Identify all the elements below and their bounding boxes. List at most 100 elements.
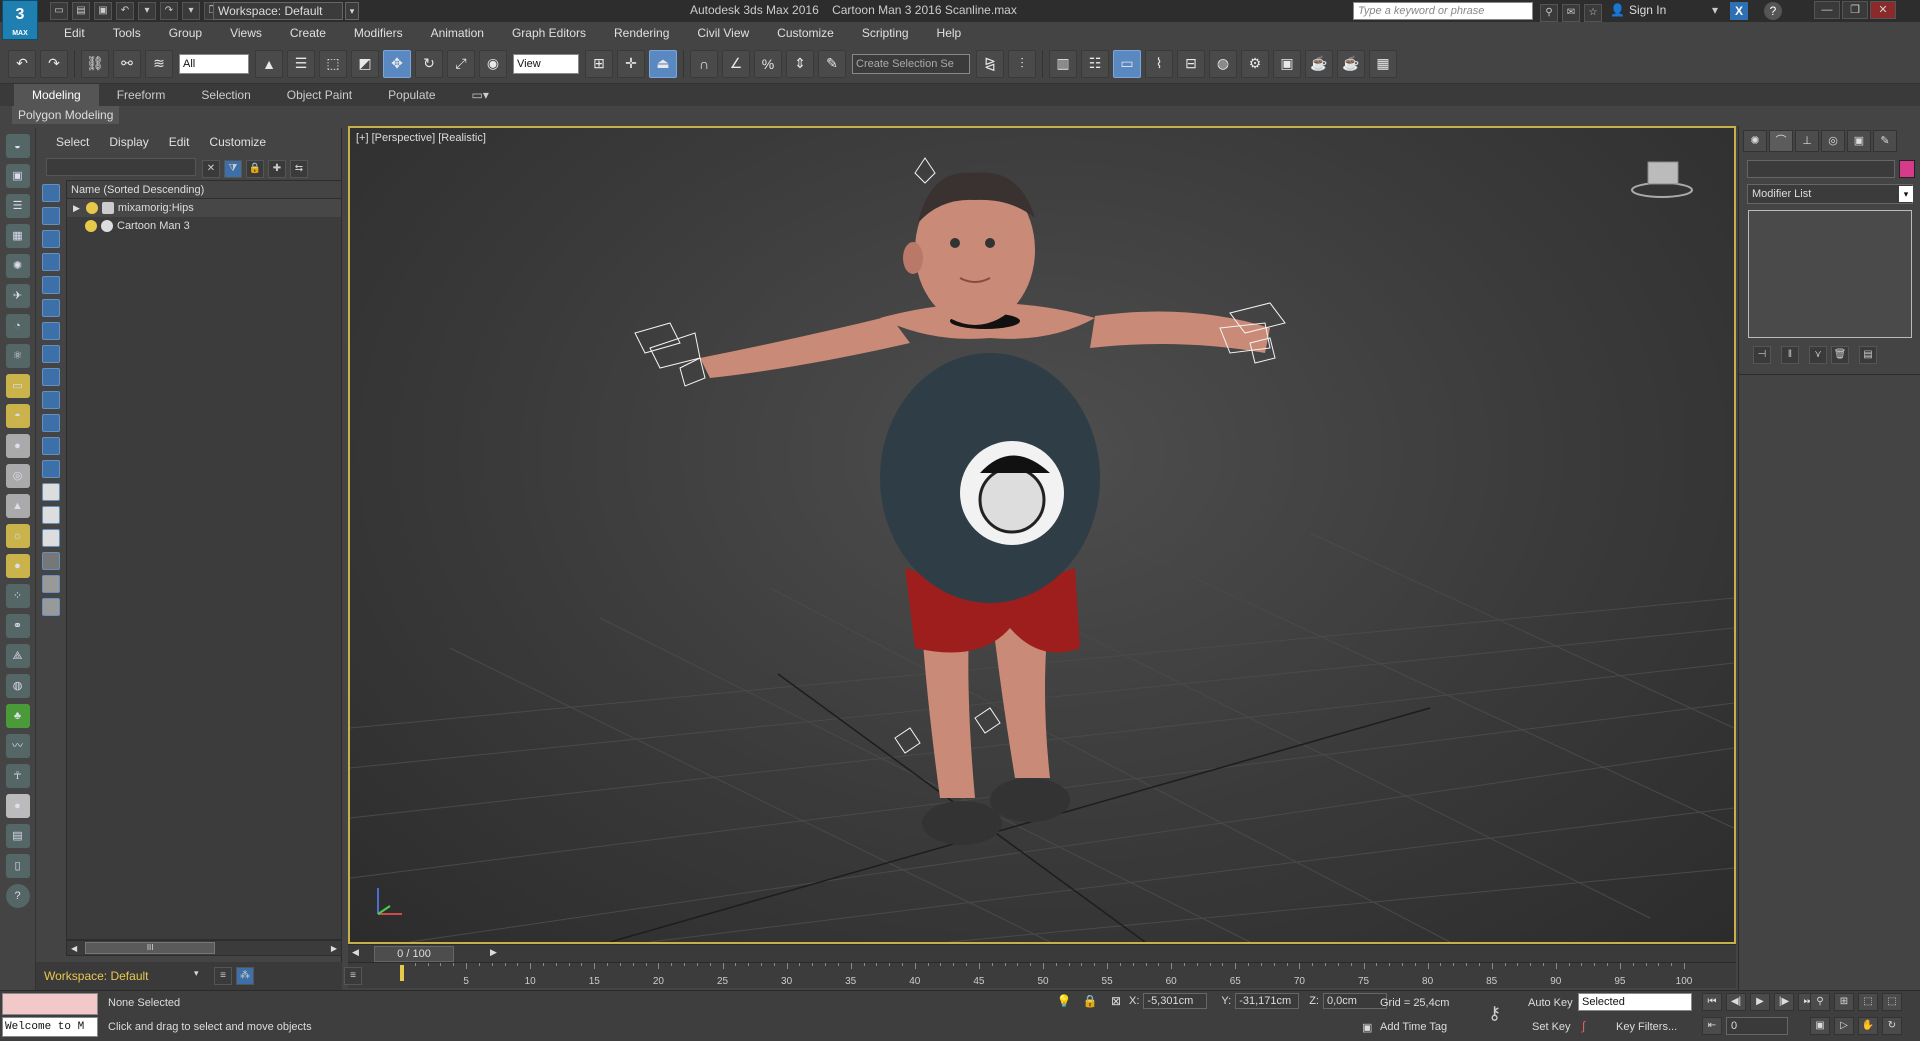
systems-icon[interactable]: ⚛ xyxy=(5,344,30,368)
current-frame-field[interactable]: 0 xyxy=(1726,1017,1788,1035)
menu-animation[interactable]: Animation xyxy=(417,22,498,44)
select-and-link-icon[interactable]: ⛓ xyxy=(81,49,109,78)
zoom-extents-icon[interactable]: ⬚ xyxy=(1858,993,1878,1011)
box-icon[interactable]: ▭ xyxy=(5,374,30,398)
next-frame-arrow-icon[interactable]: ▶ xyxy=(490,947,497,958)
mini-curve-editor-icon[interactable]: ≡ xyxy=(344,967,362,985)
polygon-modeling-panel[interactable]: Polygon Modeling xyxy=(12,106,120,124)
biped-icon[interactable]: ☥ xyxy=(5,764,30,788)
app-menu-button[interactable]: 3 MAX xyxy=(2,0,38,40)
zoom-all-icon[interactable]: ⊞ xyxy=(1834,993,1854,1011)
redo-icon[interactable]: ↷ xyxy=(160,2,178,20)
menu-customize[interactable]: Customize xyxy=(763,22,848,44)
explorer-menu-select[interactable]: Select xyxy=(46,128,99,156)
favorites-star-icon[interactable]: ☆ xyxy=(1584,4,1602,22)
search-input[interactable]: Type a keyword or phrase xyxy=(1353,2,1533,20)
particles-icon[interactable]: ⁘ xyxy=(5,584,30,608)
configure-modifier-sets-icon[interactable]: ▤ xyxy=(1859,346,1877,364)
spacewarp-icon[interactable]: ◔ xyxy=(5,314,30,338)
selection-lock-icon[interactable]: 🔒 xyxy=(1081,994,1099,1008)
keyboard-shortcut-override-icon[interactable]: ⏏ xyxy=(649,49,677,78)
left-hand-bones-lower[interactable] xyxy=(649,332,701,369)
cartoon-man-character[interactable] xyxy=(700,172,1270,845)
display-hidden-icon[interactable] xyxy=(42,460,60,478)
undo-icon[interactable]: ↶ xyxy=(116,2,134,20)
explorer-menu-display[interactable]: Display xyxy=(99,128,158,156)
ribbon-options-icon[interactable]: ▭▾ xyxy=(454,84,507,106)
autodesk-exchange-icon[interactable]: X xyxy=(1730,2,1748,20)
select-object-icon[interactable]: ▲ xyxy=(255,49,283,78)
invert-selection-icon[interactable] xyxy=(42,598,60,616)
field-of-view-icon[interactable]: ▷ xyxy=(1834,1017,1854,1035)
redo-icon[interactable]: ↷ xyxy=(40,49,68,78)
sign-in-dropdown-icon[interactable]: ▾ xyxy=(1712,3,1718,17)
show-end-result-icon[interactable]: ‖ xyxy=(1781,346,1799,364)
object-name-field[interactable] xyxy=(1747,160,1895,178)
display-dependents-icon[interactable] xyxy=(42,529,60,547)
select-and-rotate-icon[interactable]: ↻ xyxy=(415,49,443,78)
align-icon[interactable]: ⫶ xyxy=(1008,49,1036,78)
toggle-ribbon-icon[interactable]: ▭ xyxy=(1113,49,1141,78)
display-bones-icon[interactable] xyxy=(42,391,60,409)
render-setup-icon[interactable]: ⚙ xyxy=(1241,49,1269,78)
set-key-button[interactable]: Set Key xyxy=(1532,1021,1571,1033)
layer-manager-icon[interactable]: ▥ xyxy=(1049,49,1077,78)
menu-help[interactable]: Help xyxy=(923,22,976,44)
workspace-icon[interactable]: ▯ xyxy=(5,854,30,878)
z-coordinate-field[interactable]: 0,0cm xyxy=(1322,993,1387,1009)
molecule-icon[interactable]: ⚭ xyxy=(5,614,30,638)
perspective-viewport[interactable]: [+] [Perspective] [Realistic] xyxy=(348,126,1736,944)
save-file-icon[interactable]: ▣ xyxy=(94,2,112,20)
sign-in-area[interactable]: 👤 Sign In xyxy=(1610,3,1666,17)
scroll-left-icon[interactable]: ◀ xyxy=(71,944,77,953)
tab-populate[interactable]: Populate xyxy=(370,84,453,106)
scene-explorer-icon[interactable]: ☷ xyxy=(1081,49,1109,78)
curve-editor-icon[interactable]: ⌇ xyxy=(1145,49,1173,78)
maxscript-listener-input[interactable] xyxy=(2,993,98,1015)
selection-filter-dropdown[interactable]: All xyxy=(179,53,249,74)
display-containers-icon[interactable] xyxy=(42,414,60,432)
hierarchy-panel-icon[interactable]: ⊥ xyxy=(1795,130,1819,152)
sphere-icon[interactable]: ● xyxy=(5,434,30,458)
default-in-out-tangent-icon[interactable]: ∫ xyxy=(1582,1019,1585,1033)
material-ball-icon[interactable]: ● xyxy=(5,554,30,578)
column-header-name[interactable]: Name (Sorted Descending) xyxy=(67,181,341,199)
dome-icon[interactable]: ◓ xyxy=(5,404,30,428)
help-icon[interactable]: ? xyxy=(1764,2,1782,20)
display-all-icon[interactable] xyxy=(42,184,60,202)
add-selection-icon[interactable]: ✚ xyxy=(268,160,286,178)
window-crossing-icon[interactable]: ◩ xyxy=(351,49,379,78)
named-selection-dropdown[interactable]: Create Selection Se xyxy=(852,53,970,74)
light-bulb-icon[interactable] xyxy=(85,220,97,232)
display-xrefs-icon[interactable] xyxy=(42,368,60,386)
cone-icon[interactable]: ▲ xyxy=(5,494,30,518)
material-editor-icon[interactable]: ◍ xyxy=(1209,49,1237,78)
menu-graph-editors[interactable]: Graph Editors xyxy=(498,22,600,44)
modify-panel-icon[interactable]: ⌒ xyxy=(1769,130,1793,152)
light-icon[interactable]: ✺ xyxy=(5,254,30,278)
current-frame-marker[interactable] xyxy=(400,965,404,981)
menu-modifiers[interactable]: Modifiers xyxy=(340,22,417,44)
time-slider-thumb[interactable]: 0 / 100 xyxy=(374,946,454,962)
communication-center-icon[interactable]: ✉ xyxy=(1562,4,1580,22)
make-unique-icon[interactable]: ⋎ xyxy=(1809,346,1827,364)
bind-to-space-warp-icon[interactable]: ≋ xyxy=(145,49,173,78)
undo-dropdown-icon[interactable]: ▾ xyxy=(138,2,156,20)
sun-icon[interactable]: ☼ xyxy=(5,524,30,548)
tree-row[interactable]: Cartoon Man 3 xyxy=(67,217,341,235)
orbit-icon[interactable]: ↻ xyxy=(1882,1017,1902,1035)
utilities-panel-icon[interactable]: ✎ xyxy=(1873,130,1897,152)
zoom-extents-all-icon[interactable]: ⬚ xyxy=(1882,993,1902,1011)
modifier-stack[interactable] xyxy=(1748,210,1912,338)
left-foot-bone[interactable] xyxy=(894,727,921,754)
select-by-name-icon[interactable]: ☰ xyxy=(287,49,315,78)
next-frame-icon[interactable]: |▶ xyxy=(1774,993,1794,1011)
redo-dropdown-icon[interactable]: ▾ xyxy=(182,2,200,20)
globe-icon[interactable]: ◍ xyxy=(5,674,30,698)
pin-stack-icon[interactable]: ⊣ xyxy=(1753,346,1771,364)
render-in-cloud-icon[interactable]: ▦ xyxy=(1369,49,1397,78)
tree-row[interactable]: ▶ mixamorig:Hips xyxy=(67,199,341,217)
scrollbar-thumb[interactable]: III xyxy=(85,942,216,954)
reference-coordinate-dropdown[interactable]: View xyxy=(513,53,579,74)
grid-icon[interactable]: ▦ xyxy=(5,224,30,248)
